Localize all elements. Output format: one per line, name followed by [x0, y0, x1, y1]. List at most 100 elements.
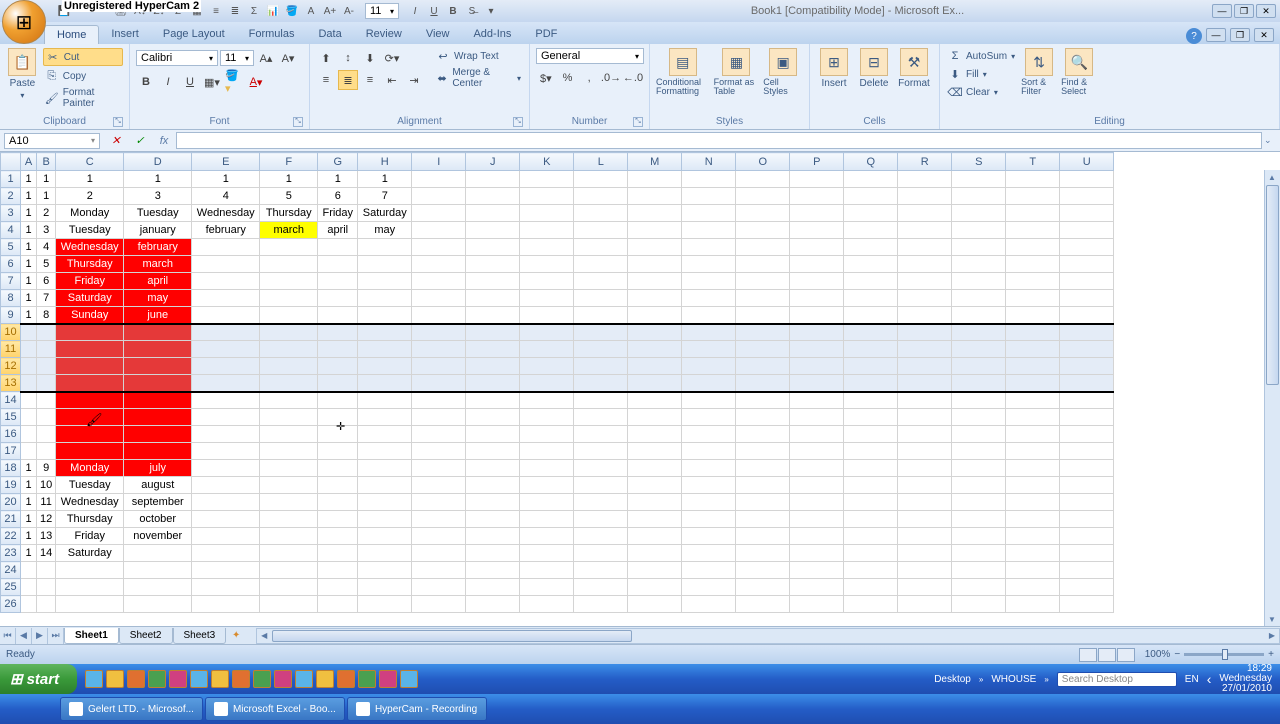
cell-K19[interactable] [520, 477, 574, 494]
row-header-5[interactable]: 5 [1, 239, 21, 256]
decrease-decimal-icon[interactable]: ←.0 [623, 68, 643, 88]
cell-N16[interactable] [682, 426, 736, 443]
help-icon[interactable]: ? [1186, 28, 1202, 44]
cell-K10[interactable] [520, 324, 574, 341]
copy-button[interactable]: ⎘Copy [43, 68, 123, 84]
col-header-Q[interactable]: Q [844, 153, 898, 171]
font-size-combo[interactable]: 11▾ [220, 50, 254, 66]
cell-E24[interactable] [192, 562, 260, 579]
cell-E1[interactable]: 1 [192, 171, 260, 188]
cell-C24[interactable] [56, 562, 124, 579]
cell-T11[interactable] [1006, 341, 1060, 358]
qat-fontsize-combo[interactable]: 11▾ [365, 3, 399, 19]
cell-P3[interactable] [790, 205, 844, 222]
cell-E13[interactable] [192, 375, 260, 392]
quicklaunch-icon-5[interactable] [190, 670, 208, 688]
underline-icon[interactable]: U [426, 3, 442, 19]
cell-O13[interactable] [736, 375, 790, 392]
clear-button[interactable]: ⌫Clear▾ [946, 84, 1017, 100]
cell-G25[interactable] [318, 579, 358, 596]
cell-L25[interactable] [574, 579, 628, 596]
cell-K6[interactable] [520, 256, 574, 273]
cell-J10[interactable] [466, 324, 520, 341]
align-top-icon[interactable]: ⬆ [316, 48, 336, 68]
cell-E20[interactable] [192, 494, 260, 511]
cell-L20[interactable] [574, 494, 628, 511]
cell-R22[interactable] [898, 528, 952, 545]
col-header-T[interactable]: T [1006, 153, 1060, 171]
clock[interactable]: 18:29 Wednesday 27/01/2010 [1219, 664, 1272, 694]
cell-U22[interactable] [1060, 528, 1114, 545]
cell-H22[interactable] [358, 528, 412, 545]
cell-Q20[interactable] [844, 494, 898, 511]
cell-G26[interactable] [318, 596, 358, 613]
col-header-S[interactable]: S [952, 153, 1006, 171]
cell-Q22[interactable] [844, 528, 898, 545]
cell-E22[interactable] [192, 528, 260, 545]
horizontal-scrollbar[interactable]: ◀ ▶ [256, 628, 1280, 644]
cell-G18[interactable] [318, 460, 358, 477]
cell-M4[interactable] [628, 222, 682, 239]
cell-K8[interactable] [520, 290, 574, 307]
cell-L6[interactable] [574, 256, 628, 273]
cell-N22[interactable] [682, 528, 736, 545]
cell-S17[interactable] [952, 443, 1006, 460]
cell-U18[interactable] [1060, 460, 1114, 477]
row-header-22[interactable]: 22 [1, 528, 21, 545]
cell-C12[interactable] [56, 358, 124, 375]
cell-A14[interactable] [21, 392, 37, 409]
cell-D21[interactable]: october [124, 511, 192, 528]
zoom-value[interactable]: 100% [1145, 649, 1171, 660]
cell-F23[interactable] [260, 545, 318, 562]
enter-formula-icon[interactable]: ✓ [128, 134, 152, 147]
cell-O6[interactable] [736, 256, 790, 273]
cell-H1[interactable]: 1 [358, 171, 412, 188]
cell-N18[interactable] [682, 460, 736, 477]
cell-D1[interactable]: 1 [124, 171, 192, 188]
cell-D11[interactable] [124, 341, 192, 358]
cell-O14[interactable] [736, 392, 790, 409]
cell-T18[interactable] [1006, 460, 1060, 477]
cell-P11[interactable] [790, 341, 844, 358]
cell-E12[interactable] [192, 358, 260, 375]
cell-P7[interactable] [790, 273, 844, 290]
cell-L18[interactable] [574, 460, 628, 477]
cell-L1[interactable] [574, 171, 628, 188]
cell-I17[interactable] [412, 443, 466, 460]
cell-Q15[interactable] [844, 409, 898, 426]
cell-C9[interactable]: Sunday [56, 307, 124, 324]
cell-O15[interactable] [736, 409, 790, 426]
quicklaunch-icon-11[interactable] [316, 670, 334, 688]
insert-cells-button[interactable]: ⊞Insert [816, 48, 852, 114]
cell-S1[interactable] [952, 171, 1006, 188]
row-header-11[interactable]: 11 [1, 341, 21, 358]
cell-R4[interactable] [898, 222, 952, 239]
cell-B4[interactable]: 3 [37, 222, 56, 239]
cell-A17[interactable] [21, 443, 37, 460]
cell-J8[interactable] [466, 290, 520, 307]
strikethrough-icon[interactable]: S̶ [464, 3, 480, 19]
cell-K24[interactable] [520, 562, 574, 579]
cell-K12[interactable] [520, 358, 574, 375]
cell-F17[interactable] [260, 443, 318, 460]
cell-C7[interactable]: Friday [56, 273, 124, 290]
tab-review[interactable]: Review [354, 25, 414, 44]
cell-G5[interactable] [318, 239, 358, 256]
quicklaunch-icon-6[interactable] [211, 670, 229, 688]
cell-O9[interactable] [736, 307, 790, 324]
cell-G16[interactable] [318, 426, 358, 443]
cell-F5[interactable] [260, 239, 318, 256]
cell-G20[interactable] [318, 494, 358, 511]
cell-T25[interactable] [1006, 579, 1060, 596]
cell-G9[interactable] [318, 307, 358, 324]
cell-H11[interactable] [358, 341, 412, 358]
cell-H17[interactable] [358, 443, 412, 460]
cell-A7[interactable]: 1 [21, 273, 37, 290]
cell-C15[interactable] [56, 409, 124, 426]
cell-H25[interactable] [358, 579, 412, 596]
comma-icon[interactable]: , [579, 68, 599, 88]
cell-J24[interactable] [466, 562, 520, 579]
cell-M26[interactable] [628, 596, 682, 613]
cell-S25[interactable] [952, 579, 1006, 596]
cell-C23[interactable]: Saturday [56, 545, 124, 562]
